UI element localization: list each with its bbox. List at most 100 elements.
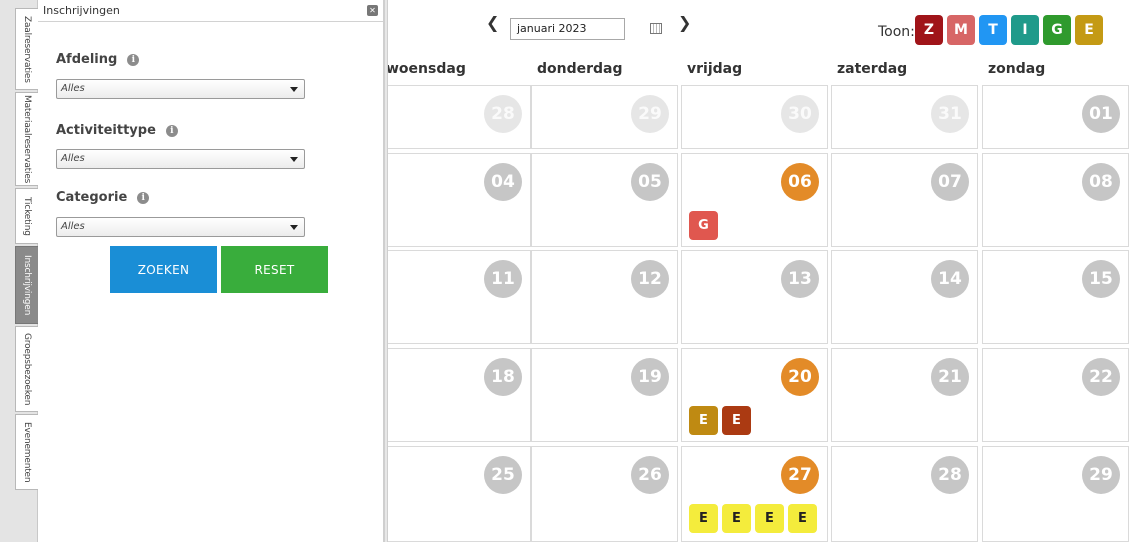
- calendar-day-cell[interactable]: 11: [388, 250, 531, 344]
- info-icon[interactable]: i: [127, 53, 140, 66]
- calendar-day-cell[interactable]: 22: [982, 348, 1129, 442]
- filter-label-text: Categorie: [56, 190, 128, 205]
- select-value: Alles: [61, 153, 85, 164]
- legend-filter-e[interactable]: E: [1075, 15, 1103, 45]
- weekday-header-donderdag: donderdag: [537, 61, 623, 77]
- day-number: 25: [484, 456, 522, 494]
- chevron-down-icon: [290, 225, 298, 230]
- chevron-right-icon[interactable]: ❯: [678, 13, 691, 32]
- calendar-day-cell[interactable]: 29: [531, 85, 678, 149]
- day-number: 26: [631, 456, 669, 494]
- chevron-left-icon[interactable]: ❮: [486, 13, 499, 32]
- calendar-day-cell[interactable]: 29: [982, 446, 1129, 542]
- day-number: 06: [781, 163, 819, 201]
- weekday-header-woensdag: woensdag: [388, 61, 466, 77]
- day-number: 15: [1082, 260, 1120, 298]
- calendar-icon[interactable]: [650, 23, 662, 34]
- calendar-day-cell[interactable]: 31: [831, 85, 978, 149]
- calendar-day-cell[interactable]: 05: [531, 153, 678, 247]
- calendar-day-cell[interactable]: 30: [681, 85, 828, 149]
- calendar-day-cell[interactable]: 01: [982, 85, 1129, 149]
- event-badge-e[interactable]: E: [788, 504, 817, 533]
- tab-materiaalreservaties[interactable]: Materiaalreservaties: [15, 92, 38, 186]
- day-number: 19: [631, 358, 669, 396]
- close-icon[interactable]: ✕: [367, 5, 378, 16]
- calendar-day-cell[interactable]: 13: [681, 250, 828, 344]
- legend-filter-m[interactable]: M: [947, 15, 975, 45]
- calendar-day-cell[interactable]: 06 G: [681, 153, 828, 247]
- tab-ticketing[interactable]: Ticketing: [15, 188, 38, 244]
- tab-label: Materiaalreservaties: [22, 94, 32, 184]
- tab-evenementen[interactable]: Evenementen: [15, 414, 38, 490]
- search-button[interactable]: ZOEKEN: [110, 246, 217, 293]
- tab-groepsbezoeken[interactable]: Groepsbezoeken: [15, 326, 38, 412]
- day-number: 28: [931, 456, 969, 494]
- day-number: 29: [1082, 456, 1120, 494]
- chevron-down-icon: [290, 157, 298, 162]
- activiteittype-select[interactable]: Alles: [56, 149, 305, 169]
- filter-label-afdeling: Afdeling i: [56, 52, 140, 67]
- tab-zaalreservaties[interactable]: Zaalreservaties: [15, 8, 38, 90]
- categorie-select[interactable]: Alles: [56, 217, 305, 237]
- filter-label-activiteittype: Activiteittype i: [56, 123, 178, 138]
- event-badge-e[interactable]: E: [689, 504, 718, 533]
- info-icon[interactable]: i: [137, 191, 150, 204]
- day-number: 28: [484, 95, 522, 133]
- weekday-header-zondag: zondag: [988, 61, 1046, 77]
- calendar-day-cell[interactable]: 08: [982, 153, 1129, 247]
- calendar-day-cell[interactable]: 26: [531, 446, 678, 542]
- calendar-day-cell[interactable]: 15: [982, 250, 1129, 344]
- day-number: 07: [931, 163, 969, 201]
- filter-panel: Inschrijvingen ✕ Afdeling i Alles Activi…: [38, 0, 384, 542]
- panel-title: Inschrijvingen: [43, 4, 120, 17]
- calendar-day-cell[interactable]: 25: [388, 446, 531, 542]
- tab-inschrijvingen[interactable]: Inschrijvingen: [15, 246, 38, 324]
- info-icon[interactable]: i: [165, 124, 178, 137]
- app-root: Zaalreservaties Materiaalreservaties Tic…: [0, 0, 1130, 542]
- day-number: 27: [781, 456, 819, 494]
- chevron-down-icon: [290, 87, 298, 92]
- select-value: Alles: [61, 221, 85, 232]
- afdeling-select[interactable]: Alles: [56, 79, 305, 99]
- day-number: 13: [781, 260, 819, 298]
- weekday-header-zaterdag: zaterdag: [837, 61, 908, 77]
- event-badge-g[interactable]: G: [689, 211, 718, 240]
- calendar-day-cell[interactable]: 27 E E E E: [681, 446, 828, 542]
- month-input[interactable]: januari 2023: [510, 18, 625, 40]
- calendar-day-cell[interactable]: 28: [388, 85, 531, 149]
- day-number: 21: [931, 358, 969, 396]
- day-number: 29: [631, 95, 669, 133]
- calendar-day-cell[interactable]: 12: [531, 250, 678, 344]
- event-badge-e[interactable]: E: [722, 406, 751, 435]
- day-number: 11: [484, 260, 522, 298]
- legend-filter-z[interactable]: Z: [915, 15, 943, 45]
- day-number: 31: [931, 95, 969, 133]
- filter-label-text: Afdeling: [56, 52, 118, 67]
- tab-label: Groepsbezoeken: [22, 332, 32, 406]
- event-badge-e[interactable]: E: [722, 504, 751, 533]
- legend-filter-i[interactable]: I: [1011, 15, 1039, 45]
- calendar-day-cell[interactable]: 07: [831, 153, 978, 247]
- calendar-day-cell[interactable]: 21: [831, 348, 978, 442]
- reset-button[interactable]: RESET: [221, 246, 328, 293]
- calendar-day-cell[interactable]: 28: [831, 446, 978, 542]
- calendar-day-cell[interactable]: 04: [388, 153, 531, 247]
- calendar-day-cell[interactable]: 20 E E: [681, 348, 828, 442]
- show-label: Toon:: [878, 24, 915, 40]
- calendar-day-cell[interactable]: 14: [831, 250, 978, 344]
- event-badge-e[interactable]: E: [689, 406, 718, 435]
- event-badge-e[interactable]: E: [755, 504, 784, 533]
- calendar-day-cell[interactable]: 19: [531, 348, 678, 442]
- day-number: 30: [781, 95, 819, 133]
- panel-header: Inschrijvingen ✕: [38, 0, 383, 22]
- legend-filter-g[interactable]: G: [1043, 15, 1071, 45]
- calendar: ❮ januari 2023 ❯ Toon: ZMTIGE woensdag do…: [388, 0, 1130, 542]
- tab-label: Inschrijvingen: [22, 254, 32, 316]
- legend-filter-t[interactable]: T: [979, 15, 1007, 45]
- calendar-day-cell[interactable]: 18: [388, 348, 531, 442]
- tab-label: Evenementen: [22, 421, 32, 483]
- day-number: 04: [484, 163, 522, 201]
- day-number: 08: [1082, 163, 1120, 201]
- day-number: 18: [484, 358, 522, 396]
- weekday-header-vrijdag: vrijdag: [687, 61, 743, 77]
